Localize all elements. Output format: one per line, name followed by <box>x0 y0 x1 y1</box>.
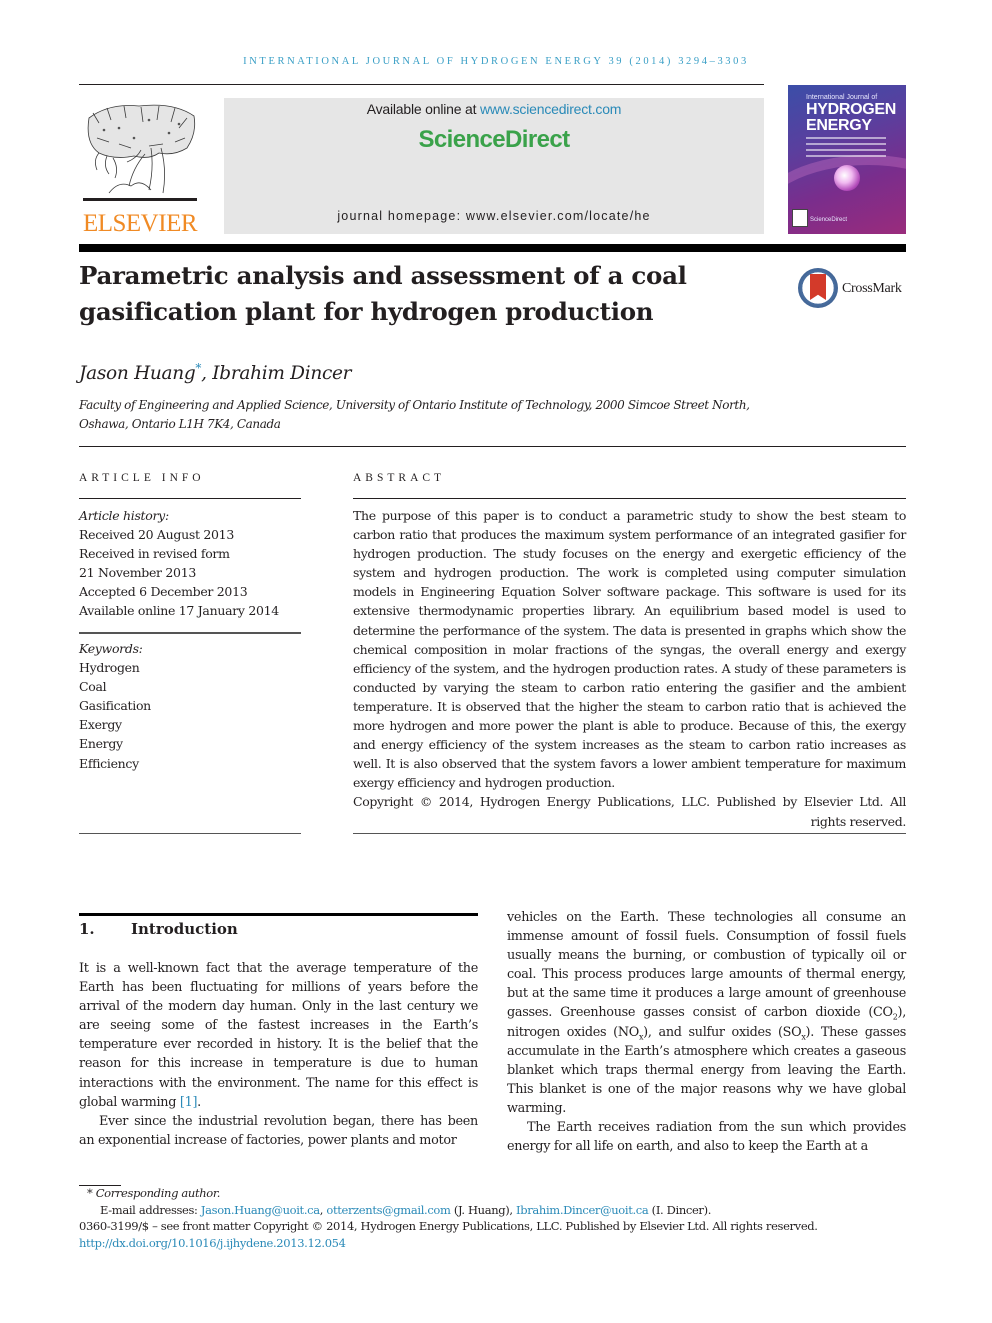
elsevier-wordmark: ELSEVIER <box>82 210 198 237</box>
affiliation-line: Oshawa, Ontario L1H 7K4, Canada <box>79 417 281 431</box>
abstract-text: The purpose of this paper is to conduct … <box>353 508 906 791</box>
cover-title-line2: ENERGY <box>806 117 872 134</box>
abstract-bottom-rule <box>353 833 906 834</box>
corresponding-author-label: Corresponding author. <box>95 1186 221 1200</box>
body-column-right: vehicles on the Earth. These technologie… <box>507 908 906 1156</box>
running-head: INTERNATIONAL JOURNAL OF HYDROGEN ENERGY… <box>243 56 749 67</box>
paragraph-text: . <box>197 1094 201 1110</box>
section-title: Introduction <box>131 920 238 938</box>
email-label: E-mail addresses: <box>100 1202 201 1217</box>
corresponding-author-note: * Corresponding author. <box>79 1185 909 1202</box>
section-number: 1. <box>79 920 95 938</box>
introduction-heading: 1. Introduction <box>79 920 238 938</box>
cover-title: HYDROGEN ENERGY <box>806 102 896 134</box>
footnote-mark: * <box>87 1186 93 1200</box>
keywords-rule <box>79 632 301 634</box>
article-info-bottom-rule <box>79 833 301 834</box>
author-name[interactable]: Jason Huang <box>79 363 196 384</box>
footnotes: * Corresponding author. E-mail addresses… <box>79 1185 909 1251</box>
journal-homepage-link[interactable]: journal homepage: www.elsevier.com/locat… <box>224 209 764 223</box>
article-info-rule <box>79 498 301 499</box>
author-list: Jason Huang*, Ibrahim Dincer <box>79 361 352 385</box>
paragraph: vehicles on the Earth. These technologie… <box>507 908 906 1118</box>
author-name[interactable]: Ibrahim Dincer <box>212 363 351 384</box>
history-item: Received in revised form <box>79 546 230 562</box>
abstract-body: The purpose of this paper is to conduct … <box>353 506 906 831</box>
header-rule <box>79 84 764 85</box>
cover-editor-lines <box>806 137 886 161</box>
sciencedirect-logo[interactable]: ScienceDirect <box>224 126 764 154</box>
keywords: Keywords: Hydrogen Coal Gasification Exe… <box>79 639 304 773</box>
email-link[interactable]: otterzents@gmail.com <box>326 1203 451 1217</box>
affiliation-line: Faculty of Engineering and Applied Scien… <box>79 398 750 412</box>
history-item: Received 20 August 2013 <box>79 527 234 543</box>
keyword-item: Coal <box>79 679 107 695</box>
email-owner: (I. Dincer). <box>648 1202 712 1217</box>
paragraph-text: ), and sulfur oxides (SO <box>643 1024 802 1040</box>
available-online-text: Available online at www.sciencedirect.co… <box>224 101 764 117</box>
keyword-item: Exergy <box>79 717 122 733</box>
keyword-item: Hydrogen <box>79 660 140 676</box>
cover-publisher-logo-icon <box>792 209 808 227</box>
abstract-copyright: Copyright © 2014, Hydrogen Energy Public… <box>353 794 906 829</box>
body-column-left: It is a well-known fact that the average… <box>79 959 478 1150</box>
cover-footer: ScienceDirect <box>810 217 848 223</box>
history-item: Available online 17 January 2014 <box>79 603 279 619</box>
journal-cover-thumbnail[interactable]: International Journal of HYDROGEN ENERGY… <box>788 85 906 234</box>
affiliation: Faculty of Engineering and Applied Scien… <box>79 396 779 434</box>
abstract-heading: ABSTRACT <box>353 472 446 484</box>
crossmark-label: CrossMark <box>842 281 902 296</box>
citation-link[interactable]: [1] <box>180 1095 198 1110</box>
article-info-heading: ARTICLE INFO <box>79 472 205 484</box>
cover-sup-title: International Journal of <box>806 94 878 101</box>
sciencedirect-link[interactable]: www.sciencedirect.com <box>480 101 621 117</box>
article-title: Parametric analysis and assessment of a … <box>79 261 687 326</box>
keyword-item: Gasification <box>79 698 151 714</box>
cover-title-line1: HYDROGEN <box>806 101 897 118</box>
article-history-label: Article history: <box>79 508 169 523</box>
sciencedirect-banner: Available online at www.sciencedirect.co… <box>224 98 764 234</box>
introduction-rule <box>79 913 478 916</box>
paragraph-text: It is a well-known fact that the average… <box>79 961 478 1110</box>
paragraph: It is a well-known fact that the average… <box>79 959 478 1112</box>
history-item: Accepted 6 December 2013 <box>79 584 248 600</box>
keywords-label: Keywords: <box>79 641 143 656</box>
history-item: 21 November 2013 <box>79 565 197 581</box>
paragraph-text: vehicles on the Earth. These technologie… <box>507 910 906 1021</box>
elsevier-tree-icon <box>83 104 197 201</box>
issn-copyright-line: 0360-3199/$ – see front matter Copyright… <box>79 1219 818 1233</box>
abstract-rule <box>353 498 906 499</box>
paragraph: The Earth receives radiation from the su… <box>507 1120 906 1155</box>
article-history: Article history: Received 20 August 2013… <box>79 506 304 621</box>
header-thick-rule <box>79 244 906 252</box>
section-rule <box>79 446 906 447</box>
email-link[interactable]: Jason.Huang@uoit.ca <box>201 1203 320 1217</box>
cover-orb-graphic <box>834 165 860 191</box>
doi-link[interactable]: http://dx.doi.org/10.1016/j.ijhydene.201… <box>79 1236 346 1250</box>
paragraph: Ever since the industrial revolution beg… <box>79 1113 478 1148</box>
email-link[interactable]: Ibrahim.Dincer@uoit.ca <box>516 1203 649 1217</box>
author-separator: , <box>201 363 213 385</box>
available-online-prefix: Available online at <box>366 101 480 117</box>
crossmark-button[interactable]: CrossMark <box>798 268 910 312</box>
keyword-item: Efficiency <box>79 755 139 771</box>
keyword-item: Energy <box>79 736 123 752</box>
email-addresses: E-mail addresses: Jason.Huang@uoit.ca, o… <box>79 1202 909 1219</box>
email-owner: (J. Huang), <box>450 1202 517 1217</box>
elsevier-logo[interactable]: ELSEVIER <box>79 98 201 238</box>
